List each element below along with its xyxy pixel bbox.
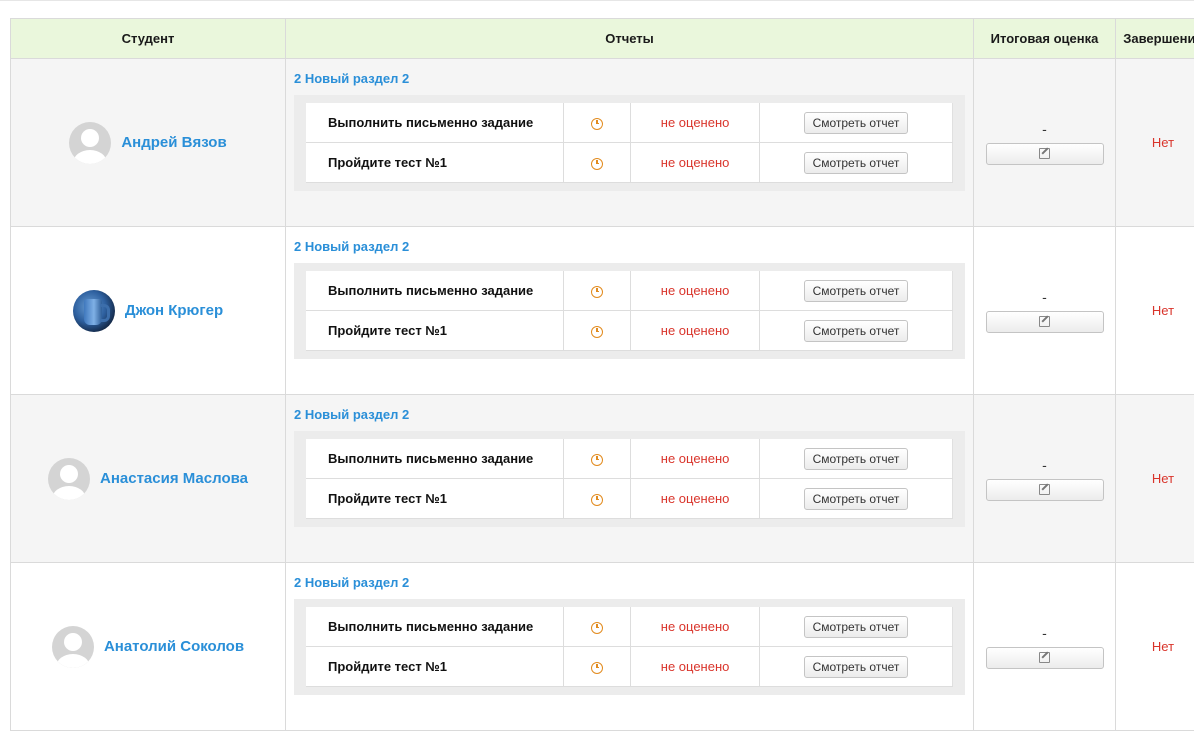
student-cell: Джон Крюгер xyxy=(11,227,286,395)
view-report-button[interactable]: Смотреть отчет xyxy=(804,616,909,638)
clock-icon xyxy=(591,118,603,130)
view-report-button[interactable]: Смотреть отчет xyxy=(804,320,909,342)
activity-name: Выполнить письменно задание xyxy=(306,103,563,143)
activities-table: Выполнить письменно задание не оценено С… xyxy=(306,439,953,519)
view-report-button[interactable]: Смотреть отчет xyxy=(804,280,909,302)
activity-row: Пройдите тест №1 не оценено Смотреть отч… xyxy=(306,647,953,687)
reports-cell: 2 Новый раздел 2 Выполнить письменно зад… xyxy=(286,59,974,227)
clock-icon xyxy=(591,622,603,634)
clock-icon xyxy=(591,286,603,298)
student-cell: Анатолий Соколов xyxy=(11,563,286,731)
activities-box: Выполнить письменно задание не оценено С… xyxy=(294,599,965,695)
edit-icon xyxy=(1039,484,1050,495)
table-row: Андрей Вязов 2 Новый раздел 2 Выполнить … xyxy=(11,59,1194,227)
section-link[interactable]: 2 Новый раздел 2 xyxy=(294,239,963,254)
table-row: Джон Крюгер 2 Новый раздел 2 Выполнить п… xyxy=(11,227,1194,395)
avatar[interactable] xyxy=(52,626,94,668)
student-name-link[interactable]: Анатолий Соколов xyxy=(104,638,244,655)
activities-box: Выполнить письменно задание не оценено С… xyxy=(294,263,965,359)
edit-grade-button[interactable] xyxy=(986,311,1104,333)
edit-grade-button[interactable] xyxy=(986,143,1104,165)
activity-row: Пройдите тест №1 не оценено Смотреть отч… xyxy=(306,311,953,351)
activity-row: Пройдите тест №1 не оценено Смотреть отч… xyxy=(306,143,953,183)
completion-status: Нет xyxy=(1116,395,1194,563)
clock-icon xyxy=(591,158,603,170)
view-report-button[interactable]: Смотреть отчет xyxy=(804,448,909,470)
grade-status: не оценено xyxy=(631,271,760,311)
activity-row: Выполнить письменно задание не оценено С… xyxy=(306,607,953,647)
reports-cell: 2 Новый раздел 2 Выполнить письменно зад… xyxy=(286,395,974,563)
activities-table: Выполнить письменно задание не оценено С… xyxy=(306,607,953,687)
reports-cell: 2 Новый раздел 2 Выполнить письменно зад… xyxy=(286,563,974,731)
student-name-link[interactable]: Анастасия Маслова xyxy=(100,470,248,487)
student-name-link[interactable]: Джон Крюгер xyxy=(125,302,223,319)
column-header-student[interactable]: Студент xyxy=(11,19,286,59)
activity-row: Пройдите тест №1 не оценено Смотреть отч… xyxy=(306,479,953,519)
clock-icon xyxy=(591,662,603,674)
section-link[interactable]: 2 Новый раздел 2 xyxy=(294,71,963,86)
clock-icon xyxy=(591,454,603,466)
view-report-button[interactable]: Смотреть отчет xyxy=(804,112,909,134)
view-report-button[interactable]: Смотреть отчет xyxy=(804,488,909,510)
final-grade-cell: - xyxy=(974,227,1116,395)
reports-cell: 2 Новый раздел 2 Выполнить письменно зад… xyxy=(286,227,974,395)
activity-name: Пройдите тест №1 xyxy=(306,479,563,519)
final-grade-cell: - xyxy=(974,395,1116,563)
activity-name: Выполнить письменно задание xyxy=(306,439,563,479)
avatar[interactable] xyxy=(48,458,90,500)
grade-status: не оценено xyxy=(631,103,760,143)
activity-name: Пройдите тест №1 xyxy=(306,311,563,351)
final-grade-value: - xyxy=(1042,625,1047,641)
top-divider xyxy=(0,0,1194,1)
clock-icon xyxy=(591,494,603,506)
activity-row: Выполнить письменно задание не оценено С… xyxy=(306,103,953,143)
activities-table: Выполнить письменно задание не оценено С… xyxy=(306,103,953,183)
activities-box: Выполнить письменно задание не оценено С… xyxy=(294,95,965,191)
edit-grade-button[interactable] xyxy=(986,647,1104,669)
table-row: Анастасия Маслова 2 Новый раздел 2 Выпол… xyxy=(11,395,1194,563)
edit-icon xyxy=(1039,316,1050,327)
final-grade-cell: - xyxy=(974,563,1116,731)
activity-name: Пройдите тест №1 xyxy=(306,647,563,687)
activity-name: Выполнить письменно задание xyxy=(306,607,563,647)
grade-status: не оценено xyxy=(631,647,760,687)
student-cell: Анастасия Маслова xyxy=(11,395,286,563)
activities-table: Выполнить письменно задание не оценено С… xyxy=(306,271,953,351)
avatar[interactable] xyxy=(69,122,111,164)
activity-name: Выполнить письменно задание xyxy=(306,271,563,311)
view-report-button[interactable]: Смотреть отчет xyxy=(804,152,909,174)
edit-icon xyxy=(1039,652,1050,663)
grade-status: не оценено xyxy=(631,479,760,519)
completion-status: Нет xyxy=(1116,563,1194,731)
activity-row: Выполнить письменно задание не оценено С… xyxy=(306,271,953,311)
grade-status: не оценено xyxy=(631,607,760,647)
activities-box: Выполнить письменно задание не оценено С… xyxy=(294,431,965,527)
view-report-button[interactable]: Смотреть отчет xyxy=(804,656,909,678)
clock-icon xyxy=(591,326,603,338)
activity-name: Пройдите тест №1 xyxy=(306,143,563,183)
edit-icon xyxy=(1039,148,1050,159)
column-header-final-grade[interactable]: Итоговая оценка xyxy=(974,19,1116,59)
activity-row: Выполнить письменно задание не оценено С… xyxy=(306,439,953,479)
final-grade-value: - xyxy=(1042,121,1047,137)
edit-grade-button[interactable] xyxy=(986,479,1104,501)
student-name-link[interactable]: Андрей Вязов xyxy=(121,134,226,151)
column-header-reports[interactable]: Отчеты xyxy=(286,19,974,59)
column-header-completion[interactable]: Завершение xyxy=(1116,19,1194,59)
avatar[interactable] xyxy=(73,290,115,332)
table-row: Анатолий Соколов 2 Новый раздел 2 Выполн… xyxy=(11,563,1194,731)
table-header-row: Студент Отчеты Итоговая оценка Завершени… xyxy=(11,19,1194,59)
student-cell: Андрей Вязов xyxy=(11,59,286,227)
grade-status: не оценено xyxy=(631,439,760,479)
grades-table: Студент Отчеты Итоговая оценка Завершени… xyxy=(10,18,1194,731)
completion-status: Нет xyxy=(1116,59,1194,227)
completion-status: Нет xyxy=(1116,227,1194,395)
section-link[interactable]: 2 Новый раздел 2 xyxy=(294,575,963,590)
final-grade-cell: - xyxy=(974,59,1116,227)
final-grade-value: - xyxy=(1042,457,1047,473)
section-link[interactable]: 2 Новый раздел 2 xyxy=(294,407,963,422)
grade-status: не оценено xyxy=(631,311,760,351)
grade-status: не оценено xyxy=(631,143,760,183)
final-grade-value: - xyxy=(1042,289,1047,305)
